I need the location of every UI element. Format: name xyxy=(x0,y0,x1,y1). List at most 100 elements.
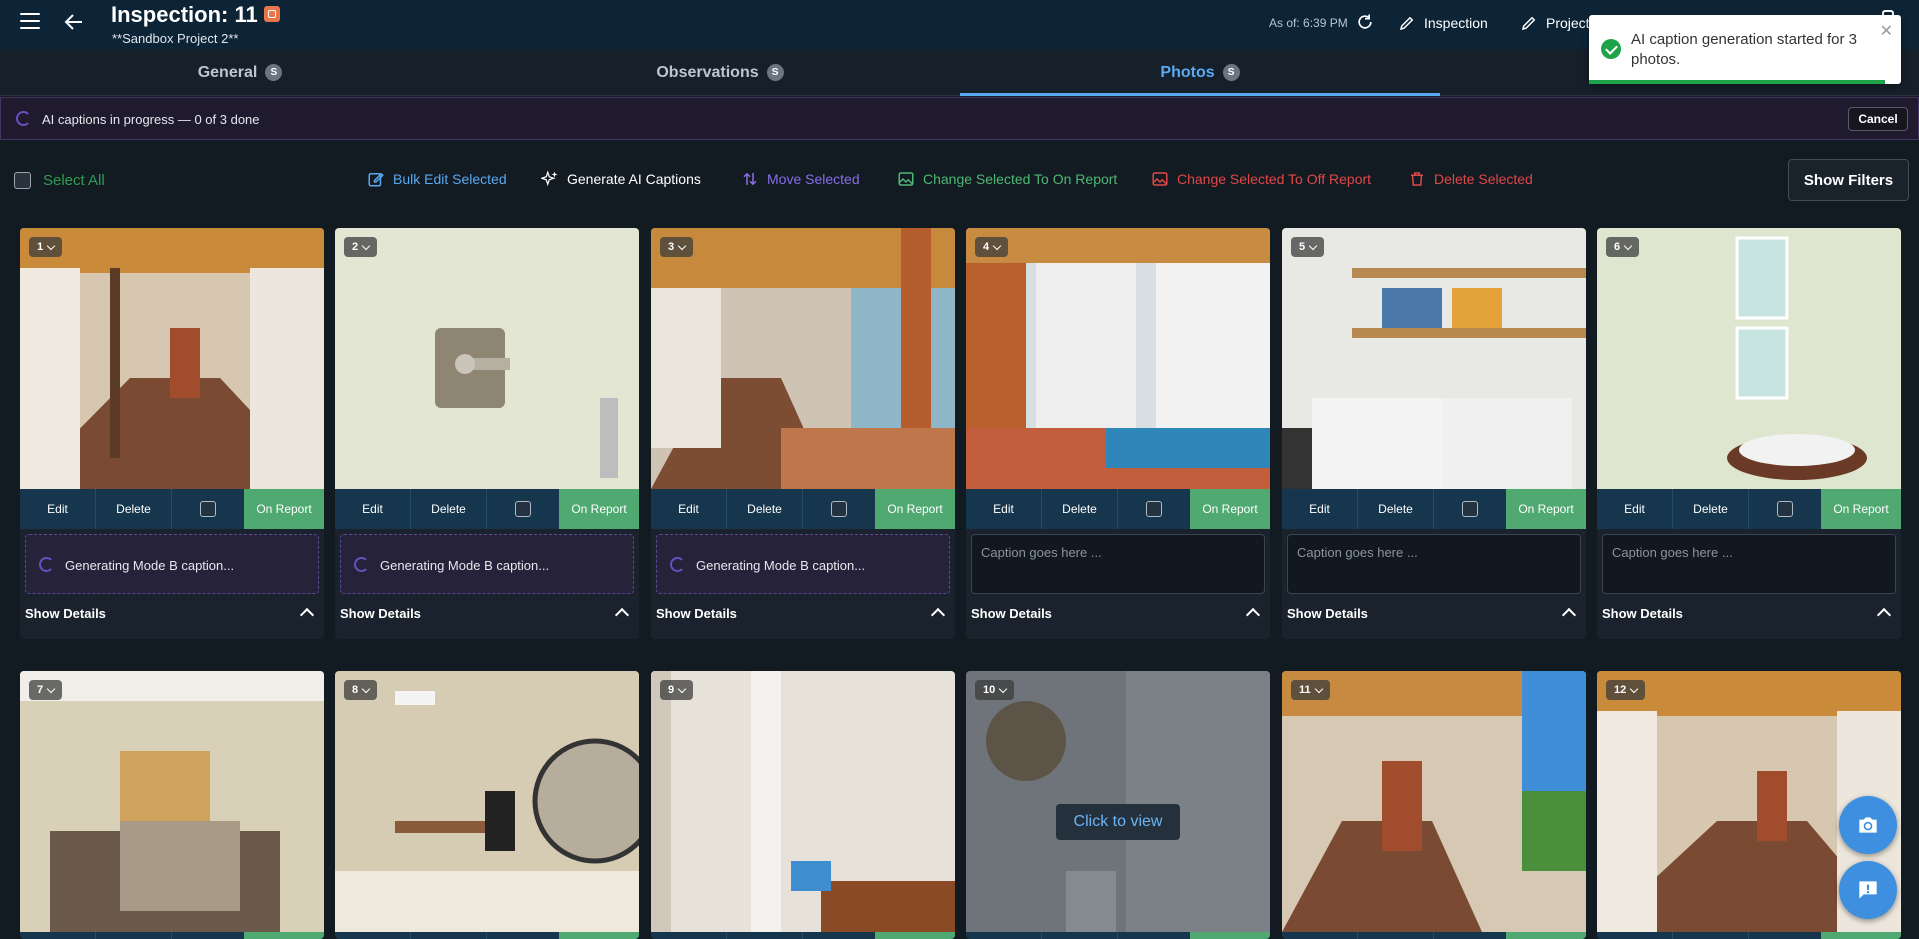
select-all-checkbox[interactable] xyxy=(14,172,31,189)
photo-number-menu[interactable]: 9 xyxy=(660,680,694,700)
photo-thumbnail[interactable] xyxy=(1282,228,1586,489)
select-photo[interactable] xyxy=(1118,489,1190,529)
photo-number-menu[interactable]: 12 xyxy=(1606,680,1646,700)
on-report-toggle[interactable]: On Report xyxy=(875,932,955,939)
edit-button[interactable]: Edit xyxy=(1597,932,1673,939)
edit-button[interactable]: Edit xyxy=(335,489,411,529)
delete-button[interactable]: Delete xyxy=(1358,932,1434,939)
open-external-icon[interactable] xyxy=(263,6,280,23)
edit-button[interactable]: Edit xyxy=(1282,932,1358,939)
select-photo[interactable] xyxy=(1749,932,1821,939)
select-photo[interactable] xyxy=(803,489,875,529)
delete-button[interactable]: Delete xyxy=(727,932,803,939)
show-details-toggle[interactable]: Show Details xyxy=(335,598,639,630)
select-photo[interactable] xyxy=(1434,932,1506,939)
photo-thumbnail[interactable] xyxy=(20,671,324,932)
delete-selected-button[interactable]: Delete Selected xyxy=(1408,170,1533,188)
on-report-toggle[interactable]: On Report xyxy=(559,932,639,939)
delete-button[interactable]: Delete xyxy=(727,489,803,529)
delete-button[interactable]: Delete xyxy=(1358,489,1434,529)
menu-icon[interactable] xyxy=(20,13,40,29)
on-report-toggle[interactable]: On Report xyxy=(875,489,955,529)
close-icon[interactable]: ✕ xyxy=(1880,21,1893,41)
photo-thumbnail[interactable] xyxy=(335,228,639,489)
edit-button[interactable]: Edit xyxy=(1597,489,1673,529)
select-photo[interactable] xyxy=(1118,932,1190,939)
photo-thumbnail[interactable] xyxy=(335,671,639,932)
photo-number-menu[interactable]: 1 xyxy=(29,237,63,257)
change-to-on-report-button[interactable]: Change Selected To On Report xyxy=(897,170,1117,188)
on-report-toggle[interactable]: On Report xyxy=(1506,489,1586,529)
edit-button[interactable]: Edit xyxy=(966,932,1042,939)
on-report-toggle[interactable]: On Report xyxy=(1821,489,1901,529)
edit-button[interactable]: Edit xyxy=(20,932,96,939)
edit-button[interactable]: Edit xyxy=(966,489,1042,529)
cancel-button[interactable]: Cancel xyxy=(1848,107,1908,131)
photo-number-menu[interactable]: 11 xyxy=(1291,680,1330,700)
delete-button[interactable]: Delete xyxy=(411,489,487,529)
tab-general[interactable]: General S xyxy=(0,49,480,96)
caption-input[interactable]: Caption goes here ... xyxy=(1287,534,1581,594)
on-report-toggle[interactable]: On Report xyxy=(1190,489,1270,529)
show-filters-button[interactable]: Show Filters xyxy=(1788,159,1909,201)
select-photo[interactable] xyxy=(172,489,244,529)
photo-thumbnail[interactable] xyxy=(20,228,324,489)
photo-thumbnail[interactable] xyxy=(966,228,1270,489)
select-checkbox[interactable] xyxy=(200,501,216,517)
refresh-icon[interactable] xyxy=(1355,12,1375,32)
edit-button[interactable]: Edit xyxy=(651,489,727,529)
delete-button[interactable]: Delete xyxy=(96,932,172,939)
photo-number-menu[interactable]: 7 xyxy=(29,680,63,700)
photo-number-menu[interactable]: 5 xyxy=(1291,237,1325,257)
delete-button[interactable]: Delete xyxy=(1042,489,1118,529)
move-selected-button[interactable]: Move Selected xyxy=(741,170,860,188)
photo-number-menu[interactable]: 6 xyxy=(1606,237,1640,257)
edit-project-link[interactable]: Project xyxy=(1520,14,1590,32)
caption-input[interactable]: Caption goes here ... xyxy=(971,534,1265,594)
on-report-toggle[interactable]: On Report xyxy=(1190,932,1270,939)
select-checkbox[interactable] xyxy=(1146,501,1162,517)
on-report-toggle[interactable]: On Report xyxy=(244,489,324,529)
edit-button[interactable]: Edit xyxy=(20,489,96,529)
on-report-toggle[interactable]: On Report xyxy=(559,489,639,529)
select-all[interactable]: Select All xyxy=(14,172,105,189)
photo-number-menu[interactable]: 3 xyxy=(660,237,694,257)
select-photo[interactable] xyxy=(487,489,559,529)
edit-button[interactable]: Edit xyxy=(335,932,411,939)
on-report-toggle[interactable]: On Report xyxy=(1821,932,1901,939)
show-details-toggle[interactable]: Show Details xyxy=(20,598,324,630)
photo-number-menu[interactable]: 4 xyxy=(975,237,1009,257)
photo-thumbnail[interactable] xyxy=(651,228,955,489)
select-photo[interactable] xyxy=(1434,489,1506,529)
show-details-toggle[interactable]: Show Details xyxy=(1282,598,1586,630)
bulk-edit-button[interactable]: Bulk Edit Selected xyxy=(367,170,507,188)
select-checkbox[interactable] xyxy=(1777,501,1793,517)
photo-thumbnail[interactable] xyxy=(1597,228,1901,489)
on-report-toggle[interactable]: On Report xyxy=(244,932,324,939)
edit-button[interactable]: Edit xyxy=(651,932,727,939)
camera-fab[interactable] xyxy=(1839,796,1897,854)
select-checkbox[interactable] xyxy=(831,501,847,517)
select-checkbox[interactable] xyxy=(1462,501,1478,517)
select-photo[interactable] xyxy=(487,932,559,939)
show-details-toggle[interactable]: Show Details xyxy=(966,598,1270,630)
photo-number-menu[interactable]: 8 xyxy=(344,680,378,700)
show-details-toggle[interactable]: Show Details xyxy=(651,598,955,630)
photo-thumbnail[interactable] xyxy=(651,671,955,932)
generate-ai-captions-button[interactable]: Generate AI Captions xyxy=(541,170,701,188)
select-photo[interactable] xyxy=(172,932,244,939)
caption-input[interactable]: Caption goes here ... xyxy=(1602,534,1896,594)
delete-button[interactable]: Delete xyxy=(1042,932,1118,939)
photo-thumbnail[interactable] xyxy=(1282,671,1586,932)
delete-button[interactable]: Delete xyxy=(96,489,172,529)
edit-inspection-link[interactable]: Inspection xyxy=(1398,14,1488,32)
delete-button[interactable]: Delete xyxy=(1673,932,1749,939)
photo-thumbnail[interactable] xyxy=(966,671,1270,932)
change-to-off-report-button[interactable]: Change Selected To Off Report xyxy=(1151,170,1371,188)
tab-observations[interactable]: Observations S xyxy=(480,49,960,96)
select-photo[interactable] xyxy=(1749,489,1821,529)
edit-button[interactable]: Edit xyxy=(1282,489,1358,529)
back-arrow-icon[interactable] xyxy=(62,10,86,34)
select-checkbox[interactable] xyxy=(515,501,531,517)
photo-number-menu[interactable]: 10 xyxy=(975,680,1015,700)
